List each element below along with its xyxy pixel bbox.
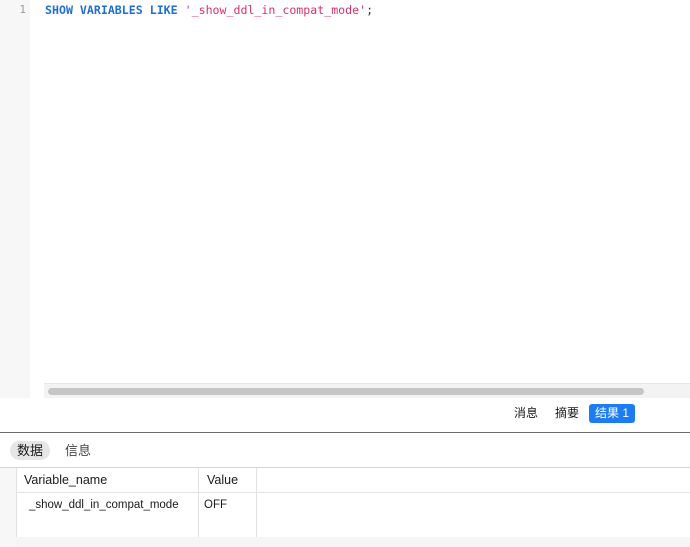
subtab-info[interactable]: 信息 [58,441,98,460]
table-row[interactable]: _show_ddl_in_compat_mode OFF [16,493,690,537]
column-header-variable-name[interactable]: Variable_name [16,468,199,492]
grid-empty-area [16,537,690,547]
tab-result-1[interactable]: 结果 1 [589,404,635,423]
result-subtab-bar: 数据 信息 [0,433,690,468]
line-number: 1 [19,3,26,16]
tab-summary[interactable]: 摘要 [549,404,585,423]
cell-value[interactable]: OFF [199,493,257,537]
horizontal-scrollbar-thumb[interactable] [48,388,644,395]
result-grid: Variable_name Value _show_ddl_in_compat_… [0,468,690,547]
subtab-data[interactable]: 数据 [10,441,51,460]
sql-keyword-variables: VARIABLES [79,3,143,17]
horizontal-scrollbar[interactable] [44,383,690,398]
table-header-row: Variable_name Value [16,468,690,493]
code-line[interactable]: SHOW VARIABLES LIKE '_show_ddl_in_compat… [45,3,373,17]
sql-editor[interactable]: 1 SHOW VARIABLES LIKE '_show_ddl_in_comp… [0,0,690,398]
line-number-gutter: 1 [0,0,30,398]
tab-messages[interactable]: 消息 [508,404,544,423]
sql-keyword-show: SHOW [45,3,73,17]
column-header-value[interactable]: Value [199,468,257,492]
result-tab-bar: 消息 摘要 结果 1 [0,398,690,433]
sql-string-literal: '_show_ddl_in_compat_mode' [184,3,367,17]
sql-terminator: ; [366,3,374,17]
sql-keyword-like: LIKE [149,3,178,17]
row-header-gutter [0,468,17,547]
cell-variable-name[interactable]: _show_ddl_in_compat_mode [16,493,199,537]
